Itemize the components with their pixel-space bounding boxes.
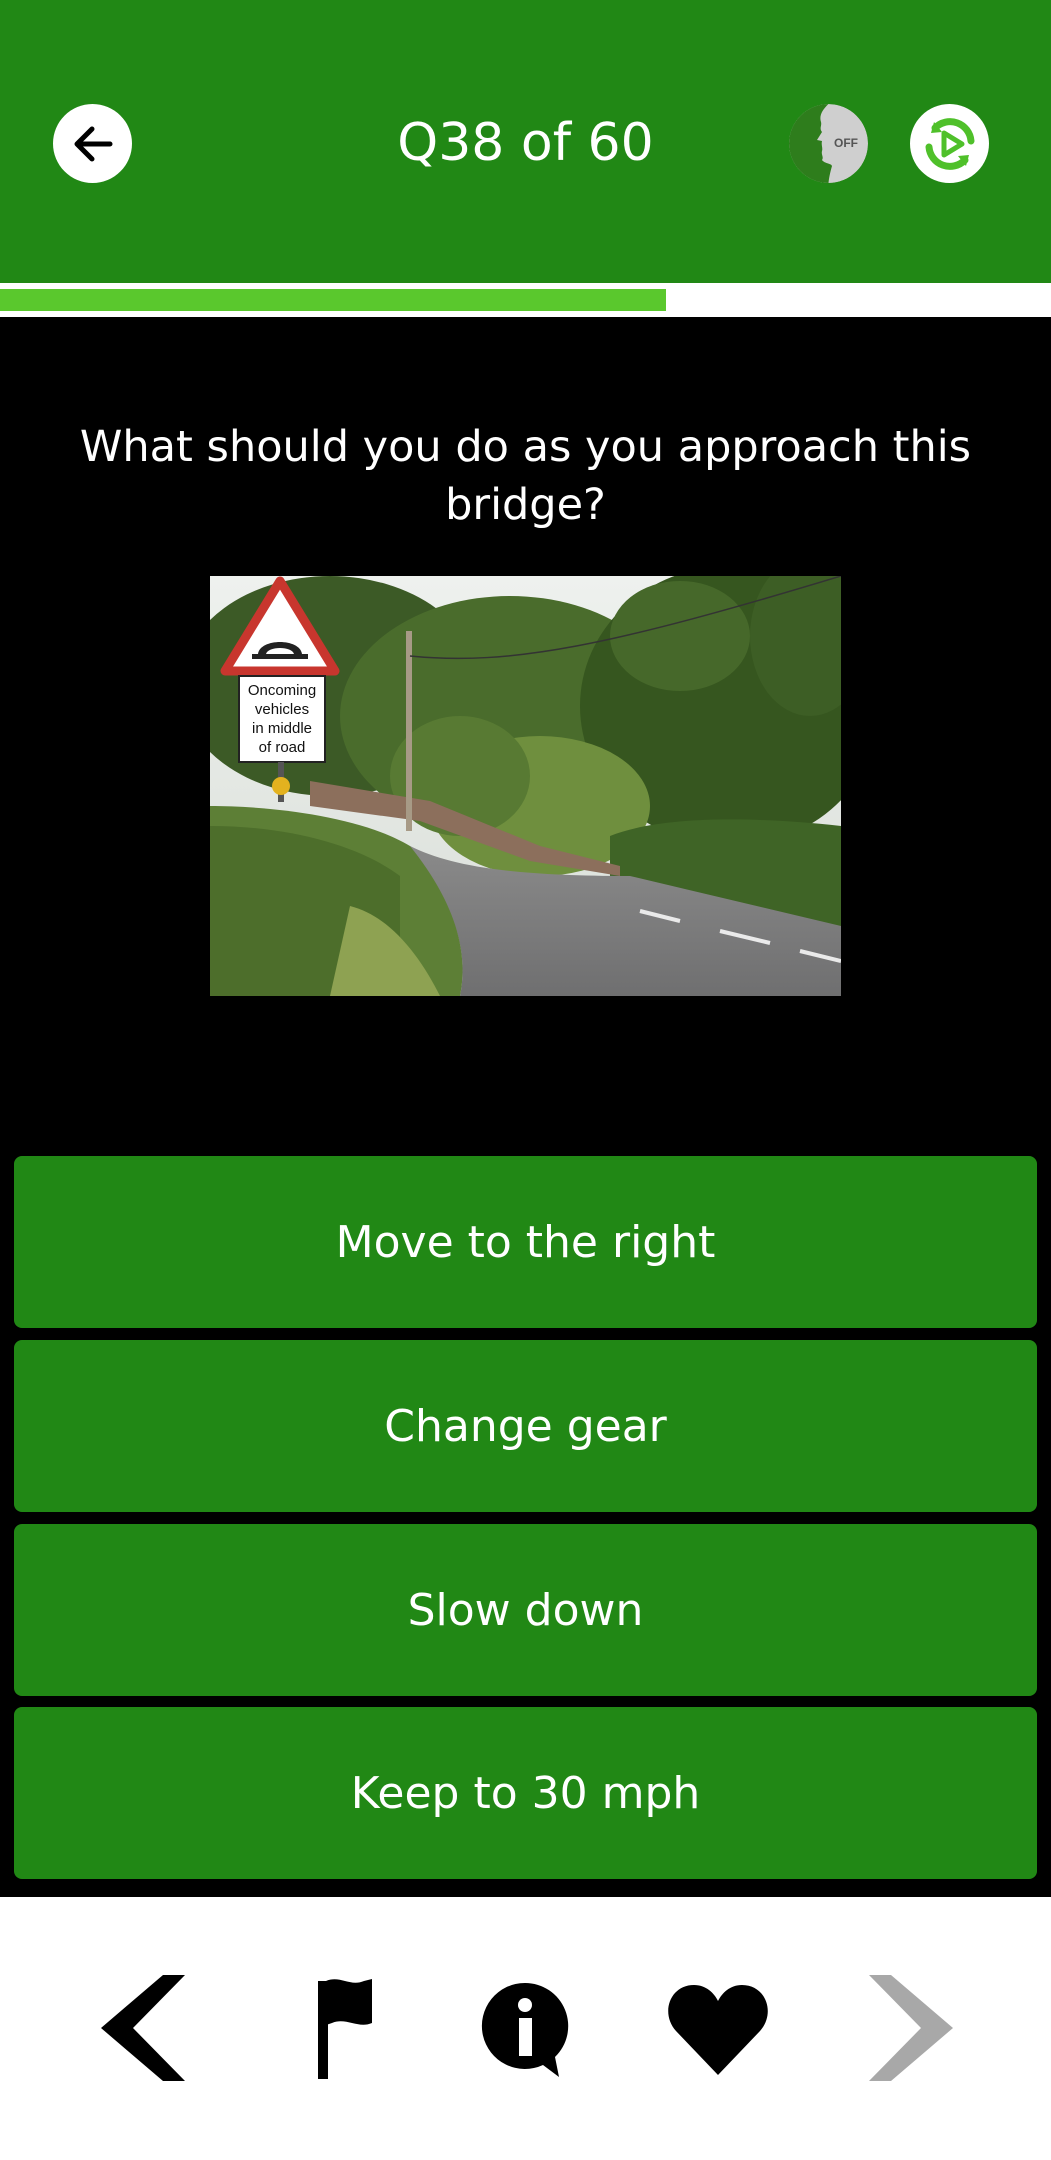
page-title: Q38 of 60: [397, 113, 654, 173]
progress-bar: [0, 283, 1051, 317]
next-icon: [869, 1974, 953, 2081]
replay-button[interactable]: [910, 104, 989, 183]
sign-text-line: of road: [259, 739, 306, 756]
heart-icon: [668, 1984, 768, 2075]
question-text: What should you do as you approach this …: [79, 422, 972, 530]
progress-fill: [0, 289, 666, 311]
favourite-button[interactable]: [663, 1970, 773, 2085]
arrow-left-icon: [74, 126, 112, 161]
sign-text-line: vehicles: [255, 701, 309, 718]
header-bar: Q38 of 60 OFF: [0, 0, 1051, 283]
answer-option-4[interactable]: Keep to 30 mph: [14, 1707, 1037, 1879]
next-button[interactable]: [856, 1970, 966, 2085]
answer-option-3[interactable]: Slow down: [14, 1524, 1037, 1696]
answer-option-1[interactable]: Move to the right: [14, 1156, 1037, 1328]
question-image: Oncoming vehicles in middle of road: [210, 576, 841, 996]
sign-text-line: Oncoming: [248, 682, 316, 699]
answer-option-2[interactable]: Change gear: [14, 1340, 1037, 1512]
voice-toggle-button[interactable]: OFF: [789, 104, 868, 183]
info-button[interactable]: [470, 1970, 580, 2085]
flag-icon: [318, 1978, 372, 2079]
previous-icon: [101, 1974, 185, 2081]
previous-button[interactable]: [88, 1970, 198, 2085]
voice-off-icon: OFF: [789, 104, 868, 183]
replay-icon: [925, 117, 974, 170]
back-button[interactable]: [53, 104, 132, 183]
flag-button[interactable]: [283, 1970, 393, 2085]
info-icon: [481, 1982, 569, 2077]
voice-toggle-label: OFF: [834, 136, 858, 150]
sign-text-line: in middle: [252, 720, 312, 737]
